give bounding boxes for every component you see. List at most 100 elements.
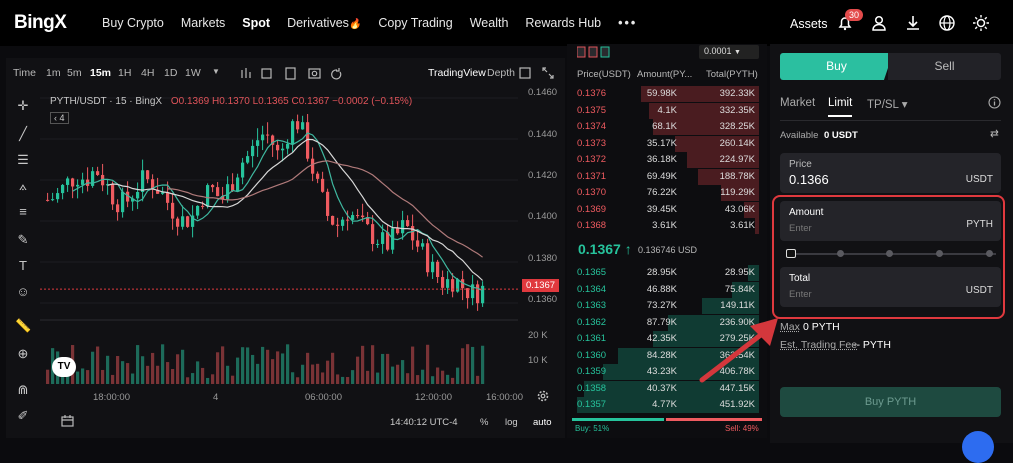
- timeframe-time[interactable]: Time: [13, 67, 36, 79]
- orderbook-view-icons[interactable]: [577, 46, 611, 58]
- candle: [146, 170, 149, 179]
- nav-spot[interactable]: Spot: [242, 16, 270, 30]
- timeframe-5m[interactable]: 5m: [67, 67, 82, 79]
- bingx-logo[interactable]: BingX: [14, 12, 66, 34]
- bid-price: 0.1361: [577, 333, 606, 344]
- indicator-icon: [242, 68, 250, 78]
- fib-icon[interactable]: ≡: [15, 204, 31, 220]
- candle: [336, 225, 339, 226]
- support-chat-button[interactable]: [962, 431, 994, 463]
- candle: [211, 185, 214, 187]
- info-icon[interactable]: [988, 96, 1001, 109]
- lock-icon[interactable]: ✐: [15, 408, 31, 424]
- theme-sun-icon[interactable]: [972, 14, 990, 32]
- pattern-icon[interactable]: ⟑: [15, 178, 31, 194]
- ask-row[interactable]: 0.1370 76.22K 119.29K: [567, 185, 763, 202]
- precision-value: 0.0001: [704, 46, 732, 56]
- ask-row[interactable]: 0.1371 69.49K 188.78K: [567, 169, 763, 186]
- candle: [116, 204, 119, 212]
- crosshair-icon[interactable]: ✛: [15, 98, 31, 114]
- horizontal-lines-icon[interactable]: ☰: [15, 152, 31, 168]
- candle: [256, 140, 259, 146]
- download-icon[interactable]: [904, 14, 922, 32]
- ruler-icon[interactable]: 📏: [15, 318, 31, 334]
- candle: [226, 184, 229, 199]
- ask-row[interactable]: 0.1376 59.98K 392.33K: [567, 86, 763, 103]
- ask-row[interactable]: 0.1374 68.1K 328.25K: [567, 119, 763, 136]
- buy-ratio-label: Buy: 51%: [575, 424, 609, 433]
- utc-clock[interactable]: 14:40:12 UTC-4: [390, 417, 458, 428]
- bid-price: 0.1357: [577, 399, 606, 410]
- auto-toggle[interactable]: auto: [533, 417, 552, 428]
- zoom-icon[interactable]: ⊕: [15, 346, 31, 362]
- nav-markets[interactable]: Markets: [181, 16, 225, 30]
- timeframe-1d[interactable]: 1D: [164, 67, 177, 79]
- trendline-icon[interactable]: ╱: [15, 126, 31, 142]
- bid-row[interactable]: 0.1364 46.88K 75.84K: [567, 282, 763, 299]
- ask-row[interactable]: 0.1369 39.45K 43.06K: [567, 202, 763, 219]
- sell-tab-button[interactable]: Sell: [888, 53, 1001, 80]
- settings-gear-icon[interactable]: [536, 389, 550, 403]
- ask-row[interactable]: 0.1373 35.17K 260.14K: [567, 136, 763, 153]
- precision-select[interactable]: 0.0001 ▼: [699, 45, 759, 59]
- nav-rewards-hub[interactable]: Rewards Hub: [525, 16, 601, 30]
- price-field[interactable]: Price 0.1366 USDT: [780, 153, 1001, 193]
- volume-bar: [266, 350, 269, 384]
- order-type-tpsl[interactable]: TP/SL ▾: [867, 97, 908, 111]
- assets-link[interactable]: Assets: [790, 17, 828, 31]
- current-price-tag: 0.1367: [522, 279, 559, 292]
- ask-row[interactable]: 0.1368 3.61K 3.61K: [567, 218, 763, 235]
- nav-more-button[interactable]: •••: [618, 16, 637, 30]
- globe-icon[interactable]: [938, 14, 956, 32]
- buy-tab-button[interactable]: Buy: [780, 53, 893, 80]
- nav-derivatives[interactable]: Derivatives🔥: [287, 16, 361, 30]
- timeframe-1w[interactable]: 1W: [185, 67, 201, 79]
- time-tick: 16:00:00: [486, 392, 523, 403]
- timeframe-dropdown-icon[interactable]: ▼: [212, 67, 220, 76]
- candle: [286, 144, 289, 149]
- emoji-icon[interactable]: ☺: [15, 284, 31, 300]
- legend-collapse-button[interactable]: ‹ 4: [50, 112, 69, 124]
- timeframe-1h[interactable]: 1H: [118, 67, 131, 79]
- brush-icon[interactable]: ✎: [15, 232, 31, 248]
- ask-total: 43.06K: [725, 204, 755, 215]
- candle: [401, 220, 404, 233]
- timeframe-1m[interactable]: 1m: [46, 67, 61, 79]
- nav-buy-crypto[interactable]: Buy Crypto: [102, 16, 164, 30]
- candle: [111, 184, 114, 204]
- nav-copy-trading[interactable]: Copy Trading: [378, 16, 452, 30]
- bid-row[interactable]: 0.1365 28.95K 28.95K: [567, 265, 763, 282]
- tab-tradingview[interactable]: TradingView: [428, 67, 486, 79]
- tab-depth[interactable]: Depth: [487, 67, 515, 79]
- user-icon[interactable]: [870, 14, 888, 32]
- last-price[interactable]: 0.1367 ↑: [578, 241, 632, 257]
- volume-bar: [111, 375, 114, 384]
- ask-row[interactable]: 0.1372 36.18K 224.97K: [567, 152, 763, 169]
- nav-wealth[interactable]: Wealth: [470, 16, 509, 30]
- text-icon[interactable]: T: [15, 258, 31, 274]
- time-tick: 06:00:00: [305, 392, 342, 403]
- main-nav: Buy Crypto Markets Spot Derivatives🔥 Cop…: [102, 16, 654, 30]
- order-type-limit[interactable]: Limit: [828, 97, 852, 109]
- chevron-down-icon: ▼: [734, 49, 741, 56]
- volume-bar: [161, 344, 164, 384]
- candle: [361, 216, 364, 218]
- timeframe-15m[interactable]: 15m: [90, 67, 111, 79]
- transfer-icon[interactable]: ⇄: [990, 128, 999, 140]
- bid-row[interactable]: 0.1357 4.77K 451.92K: [567, 397, 763, 414]
- price-chart[interactable]: [40, 88, 518, 388]
- log-toggle[interactable]: log: [505, 417, 518, 428]
- order-type-market[interactable]: Market: [780, 97, 815, 109]
- ask-row[interactable]: 0.1375 4.1K 332.35K: [567, 103, 763, 120]
- percent-toggle[interactable]: %: [480, 417, 488, 428]
- buy-submit-button[interactable]: Buy PYTH: [780, 387, 1001, 417]
- ask-amount: 35.17K: [647, 138, 677, 149]
- magnet-icon[interactable]: ⋒: [15, 382, 31, 398]
- calendar-range-icon[interactable]: [60, 414, 76, 428]
- volume-bar: [141, 356, 144, 384]
- timeframe-4h[interactable]: 4H: [141, 67, 154, 79]
- volume-bar: [261, 347, 264, 384]
- volume-bar: [406, 373, 409, 384]
- bid-amount: 42.35K: [647, 333, 677, 344]
- volume-bar: [226, 366, 229, 384]
